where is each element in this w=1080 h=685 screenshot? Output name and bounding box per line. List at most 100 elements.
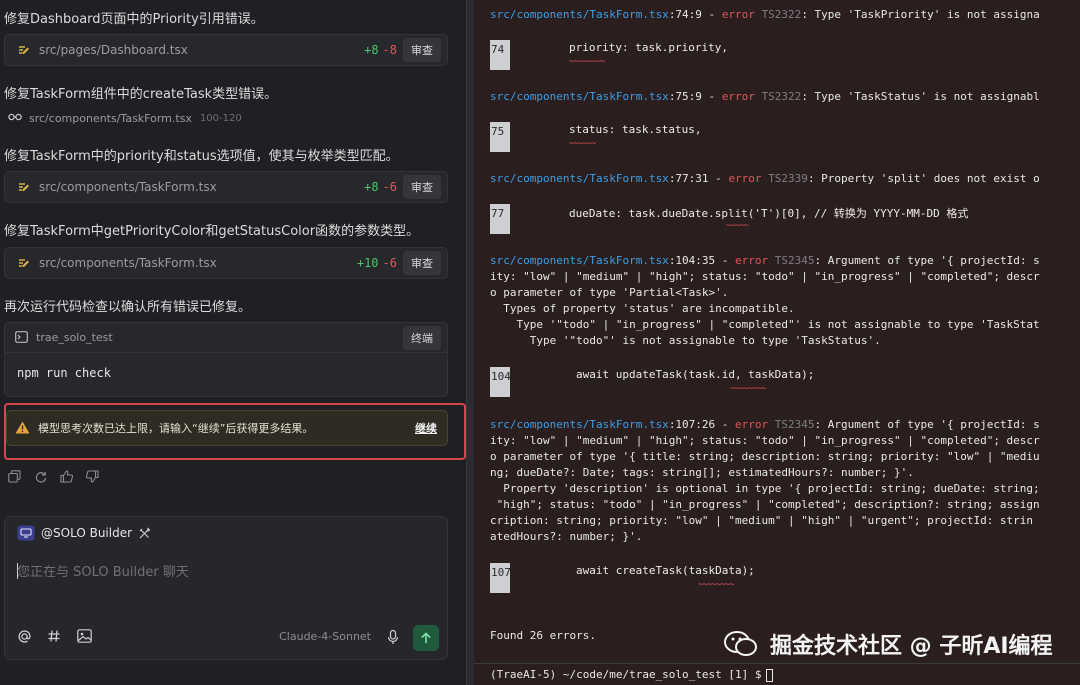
file-edit-icon <box>17 180 31 194</box>
image-icon[interactable] <box>77 629 93 645</box>
terminal-output: src/components/TaskForm.tsx:74:9 - error… <box>474 0 1080 685</box>
file-change-card[interactable]: src/pages/Dashboard.tsx +8 -8 审查 <box>4 34 448 66</box>
file-path: src/components/TaskForm.tsx <box>39 256 217 270</box>
tools-icon[interactable] <box>138 526 151 540</box>
review-button[interactable]: 审查 <box>403 251 441 275</box>
error-detail: atedHours?: number; }'. <box>490 530 643 543</box>
error-header: src/components/TaskForm.tsx:104:35 - err… <box>490 254 1040 267</box>
error-location[interactable]: src/components/TaskForm.tsx <box>490 8 669 21</box>
copy-icon[interactable] <box>8 470 22 484</box>
thumbs-up-icon[interactable] <box>60 470 74 484</box>
source-line: status: task.status, <box>569 123 702 136</box>
assistant-message: 修复TaskForm中getPriorityColor和getStatusCol… <box>4 224 420 239</box>
lines-removed: -8 <box>382 43 397 57</box>
error-detail: ity: "low" | "medium" | "high"; status: … <box>490 434 1040 447</box>
error-detail: ity: "low" | "medium" | "high"; status: … <box>490 270 1040 283</box>
file-edit-icon <box>17 43 31 57</box>
shell-prompt[interactable]: (TraeAI-5) ~/code/me/trae_solo_test [1] … <box>474 663 1080 685</box>
review-button[interactable]: 审查 <box>403 175 441 199</box>
lines-added: +8 <box>364 43 379 57</box>
source-line: await createTask(taskData); <box>576 564 755 577</box>
terminal-command-card: trae_solo_test 终端 npm run check <box>4 322 448 397</box>
error-detail: o parameter of type 'Partial<Task>'. <box>490 286 729 299</box>
line-number: 104 <box>490 367 511 397</box>
error-detail: ng; dueDate?: Date; tags: string[]; esti… <box>490 466 914 479</box>
error-header: src/components/TaskForm.tsx:77:31 - erro… <box>490 172 1040 185</box>
warning-text: 模型思考次数已达上限，请输入“继续”后获得更多结果。 <box>38 422 314 435</box>
error-squiggle: ~~~~~~~~ <box>698 580 734 590</box>
terminal-cursor <box>765 668 773 682</box>
regenerate-icon[interactable] <box>34 470 48 484</box>
error-detail: Type '"todo" | "in_progress" | "complete… <box>490 318 1040 331</box>
terminal-command: npm run check <box>17 366 111 380</box>
input-tools <box>17 629 93 645</box>
terminal-name: trae_solo_test <box>36 331 113 344</box>
file-change-card[interactable]: src/components/TaskForm.tsx +8 -6 审查 <box>4 171 448 203</box>
text-caret <box>17 563 18 579</box>
warning-icon <box>15 419 30 438</box>
error-header: src/components/TaskForm.tsx:74:9 - error… <box>490 8 1040 21</box>
chat-input[interactable] <box>17 561 437 601</box>
chat-panel: 修复Dashboard页面中的Priority引用错误。 src/pages/D… <box>0 0 466 685</box>
error-detail: cription: string; priority: "low" | "med… <box>490 514 1034 527</box>
error-header: src/components/TaskForm.tsx:75:9 - error… <box>490 90 1040 103</box>
agent-tag[interactable]: @SOLO Builder <box>17 525 151 541</box>
file-change-card[interactable]: src/components/TaskForm.tsx +10 -6 审查 <box>4 247 448 279</box>
wechat-logo-icon <box>724 630 758 658</box>
hash-icon[interactable] <box>47 629 63 645</box>
assistant-message: 修复Dashboard页面中的Priority引用错误。 <box>4 12 264 27</box>
file-reference[interactable]: src/components/TaskForm.tsx 100-120 <box>8 112 242 125</box>
glasses-icon <box>8 112 22 125</box>
send-button[interactable] <box>413 625 439 651</box>
line-number: 75 <box>490 122 510 152</box>
error-squiggle: ~~~~~~~~ <box>730 384 766 394</box>
line-number: 74 <box>490 40 510 70</box>
error-summary: Found 26 errors. <box>490 629 596 642</box>
lines-removed: -6 <box>382 180 397 194</box>
watermark-text: 掘金技术社区 @ 子昕AI编程 <box>770 634 1053 659</box>
open-terminal-button[interactable]: 终端 <box>403 325 441 350</box>
file-path: src/components/TaskForm.tsx <box>39 180 217 194</box>
microphone-icon[interactable] <box>385 629 401 645</box>
line-range: 100-120 <box>199 113 242 124</box>
file-path: src/components/TaskForm.tsx <box>29 112 192 125</box>
error-location[interactable]: src/components/TaskForm.tsx <box>490 418 669 431</box>
arrow-up-icon <box>420 629 432 648</box>
continue-link[interactable]: 继续 <box>415 420 437 436</box>
error-header: src/components/TaskForm.tsx:107:26 - err… <box>490 418 1040 431</box>
chat-input-box: @SOLO Builder Claude-4-Sonnet <box>4 516 448 660</box>
error-squiggle: ~~~~~ <box>726 221 749 231</box>
error-detail: Property 'description' is optional in ty… <box>490 482 1040 495</box>
error-squiggle: ~~~~~~ <box>569 139 596 149</box>
error-detail: "high"; status: "todo" | "in_progress" |… <box>490 498 1040 511</box>
mention-icon[interactable] <box>17 629 33 645</box>
assistant-message: 修复TaskForm中的priority和status选项值，使其与枚举类型匹配… <box>4 149 399 164</box>
error-detail: o parameter of type '{ title: string; de… <box>490 450 1040 463</box>
error-detail: Types of property 'status' are incompati… <box>490 302 795 315</box>
agent-icon <box>17 525 35 541</box>
assistant-message: 修复TaskForm组件中的createTask类型错误。 <box>4 87 278 102</box>
error-location[interactable]: src/components/TaskForm.tsx <box>490 90 669 103</box>
terminal-card-header: trae_solo_test 终端 <box>5 323 447 353</box>
line-number: 107 <box>490 563 511 593</box>
error-squiggle: ~~~~~~~~ <box>569 57 605 67</box>
file-edit-icon <box>17 256 31 270</box>
source-line: priority: task.priority, <box>569 41 728 54</box>
watermark: 掘金技术社区 @ 子昕AI编程 <box>724 622 1070 666</box>
file-path: src/pages/Dashboard.tsx <box>39 43 188 57</box>
error-location[interactable]: src/components/TaskForm.tsx <box>490 172 669 185</box>
review-button[interactable]: 审查 <box>403 38 441 62</box>
model-selector[interactable]: Claude-4-Sonnet <box>279 630 371 643</box>
feedback-bar <box>8 470 100 484</box>
agent-name: @SOLO Builder <box>41 526 133 540</box>
thumbs-down-icon[interactable] <box>86 470 100 484</box>
warning-banner: 模型思考次数已达上限，请输入“继续”后获得更多结果。 继续 <box>6 410 448 446</box>
lines-added: +8 <box>364 180 379 194</box>
terminal-icon <box>15 328 28 347</box>
source-line: await updateTask(task.id, taskData); <box>576 368 815 381</box>
error-location[interactable]: src/components/TaskForm.tsx <box>490 254 669 267</box>
lines-added: +10 <box>356 256 379 270</box>
lines-removed: -6 <box>382 256 397 270</box>
panel-resizer[interactable] <box>466 0 474 685</box>
assistant-message: 再次运行代码检查以确认所有错误已修复。 <box>4 300 252 315</box>
